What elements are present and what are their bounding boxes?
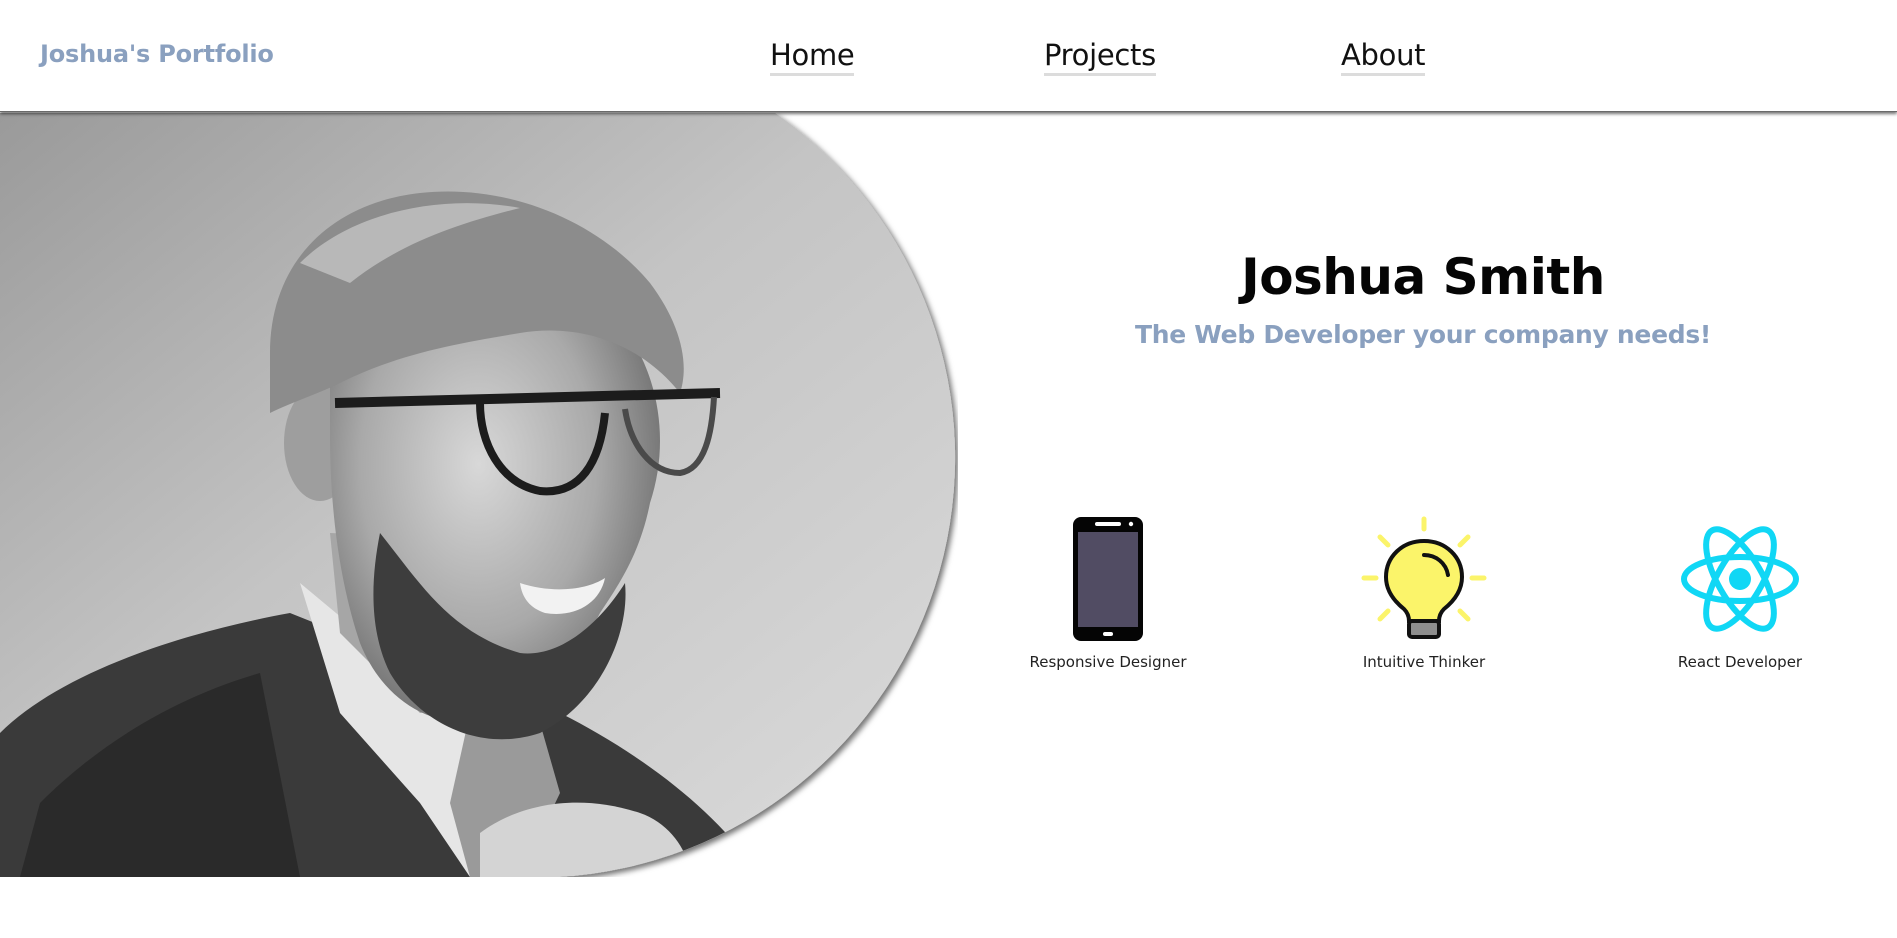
nav-link-projects[interactable]: Projects	[1044, 38, 1156, 76]
react-atom-icon	[1681, 526, 1799, 632]
skill-label: React Developer	[1677, 653, 1803, 671]
skill-react-developer: React Developer	[1650, 515, 1830, 671]
hero-tagline: The Web Developer your company needs!	[1134, 320, 1712, 349]
portrait-illustration	[0, 113, 956, 877]
skill-label: Responsive Designer	[1029, 653, 1187, 671]
skill-label: Intuitive Thinker	[1362, 653, 1486, 671]
skill-responsive-designer: Responsive Designer	[1018, 515, 1198, 671]
hero-photo	[0, 113, 958, 877]
nav-link-home[interactable]: Home	[770, 38, 855, 76]
lightbulb-icon	[1361, 516, 1487, 639]
smartphone-icon	[1073, 517, 1143, 641]
skill-intuitive-thinker: Intuitive Thinker	[1334, 515, 1514, 671]
top-navbar: Joshua's Portfolio Home Projects About	[0, 0, 1897, 112]
brand-title[interactable]: Joshua's Portfolio	[40, 40, 274, 68]
hero-name: Joshua Smith	[1241, 248, 1605, 306]
nav-link-about[interactable]: About	[1341, 38, 1426, 76]
